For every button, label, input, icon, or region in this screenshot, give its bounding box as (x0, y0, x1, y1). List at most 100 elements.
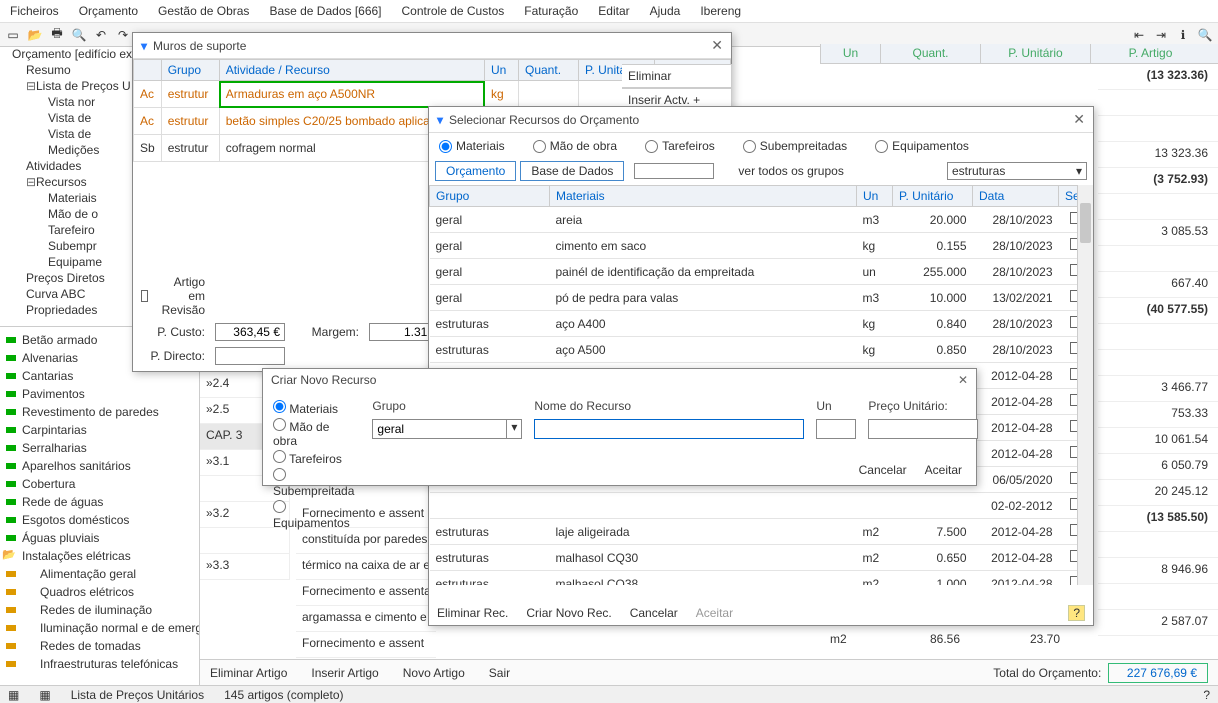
indent-icon[interactable]: ⇤ (1130, 26, 1148, 44)
inserir-artigo-button[interactable]: Inserir Artigo (311, 666, 378, 680)
cat-sub[interactable]: Iluminação normal e de emergê (0, 619, 199, 637)
table-row[interactable]: estruturasaço A400kg0.84028/10/2023 (430, 311, 1093, 337)
sair-button[interactable]: Sair (489, 666, 510, 680)
close-icon[interactable]: ✕ (958, 373, 968, 387)
collapse-icon[interactable]: ⊟ (26, 79, 36, 93)
un-input[interactable] (816, 419, 856, 439)
grid2-icon[interactable]: ▦ (39, 688, 50, 702)
col[interactable]: Grupo (430, 186, 550, 207)
radio-mao[interactable]: Mão de obra (273, 417, 354, 449)
print-icon[interactable]: 🖶 (48, 26, 66, 44)
cat-item[interactable]: Pavimentos (0, 385, 199, 403)
cat-sub[interactable]: Infraestruturas telefónicas (0, 655, 199, 673)
radio-equipamentos[interactable]: Equipamentos (875, 139, 969, 153)
scrollbar[interactable] (1077, 185, 1093, 585)
radio-tarefeiros[interactable]: Tarefeiros (645, 139, 715, 153)
new-icon[interactable]: ▭ (4, 26, 22, 44)
eliminar-button[interactable]: Eliminar (622, 64, 732, 88)
category-list[interactable]: Betão armado Alvenarias Cantarias Pavime… (0, 329, 199, 685)
col[interactable]: Data (973, 186, 1059, 207)
menu-item[interactable]: Controle de Custos (402, 4, 505, 18)
cat-item[interactable]: Cobertura (0, 475, 199, 493)
window-titlebar[interactable]: ▾ Muros de suporte ✕ (133, 33, 731, 59)
open-icon[interactable]: 📂 (26, 26, 44, 44)
menu-item[interactable]: Ajuda (650, 4, 681, 18)
info-icon[interactable]: ℹ (1174, 26, 1192, 44)
cat-item[interactable]: Aparelhos sanitários (0, 457, 199, 475)
undo-icon[interactable]: ↶ (92, 26, 110, 44)
cat-item[interactable]: Carpintarias (0, 421, 199, 439)
menu-item[interactable]: Editar (598, 4, 629, 18)
col-punit[interactable]: P. Unitário (980, 44, 1090, 63)
menu-item[interactable]: Gestão de Obras (158, 4, 249, 18)
collapse-icon[interactable]: ⊟ (26, 175, 36, 189)
col[interactable]: Un (857, 186, 893, 207)
article-code[interactable]: »3.3 (200, 554, 290, 580)
col[interactable]: Un (485, 60, 519, 81)
radio-subempreitadas[interactable]: Subempreitadas (743, 139, 847, 153)
close-icon[interactable]: ✕ (1073, 111, 1085, 128)
col[interactable]: Quant. (519, 60, 579, 81)
cat-sub[interactable]: Redes de tomadas (0, 637, 199, 655)
menu-item[interactable]: Ficheiros (10, 4, 59, 18)
cat-item[interactable]: Esgotos domésticos (0, 511, 199, 529)
menu-item[interactable]: Orçamento (79, 4, 138, 18)
tab-basedados[interactable]: Base de Dados (520, 161, 624, 181)
grupo-dropdown[interactable]: estruturas▾ (947, 162, 1087, 180)
col[interactable] (134, 60, 162, 81)
col-un[interactable]: Un (820, 44, 880, 63)
col[interactable]: P. Unitário (893, 186, 973, 207)
aceitar-button[interactable]: Aceitar (925, 463, 962, 477)
radio-materiais[interactable]: Materiais (273, 399, 354, 417)
menu-item[interactable]: Ibereng (700, 4, 741, 18)
pcusto-input[interactable] (215, 323, 285, 341)
table-row[interactable]: estruturasmalhasol CQ38m21.0002012-04-28 (430, 571, 1093, 586)
grupo-select[interactable] (372, 419, 507, 439)
chevron-down-icon[interactable]: ▾ (507, 419, 522, 439)
revisao-checkbox[interactable]: Artigo em Revisão (141, 275, 205, 317)
aceitar-button[interactable]: Aceitar (696, 606, 733, 620)
col[interactable]: Grupo (161, 60, 219, 81)
help-icon[interactable]: ? (1203, 688, 1210, 702)
window-titlebar[interactable]: ▾ Selecionar Recursos do Orçamento ✕ (429, 107, 1093, 133)
cat-sub[interactable]: Quadros elétricos (0, 583, 199, 601)
filter-input[interactable] (634, 163, 714, 179)
radio-mao[interactable]: Mão de obra (533, 139, 617, 153)
radio-subempreitada[interactable]: Subempreitada (273, 467, 354, 499)
nome-input[interactable] (534, 419, 804, 439)
pdirecto-input[interactable] (215, 347, 285, 365)
menu-item[interactable]: Faturação (524, 4, 578, 18)
close-icon[interactable]: ✕ (711, 37, 723, 54)
table-row[interactable]: estruturasaço A500kg0.85028/10/2023 (430, 337, 1093, 363)
cat-item[interactable]: Águas pluviais (0, 529, 199, 547)
radio-materiais[interactable]: Materiais (439, 139, 505, 153)
radio-equipamentos[interactable]: Equipamentos (273, 499, 354, 531)
col[interactable]: Materiais (550, 186, 857, 207)
col[interactable]: Atividade / Recurso (219, 60, 484, 81)
cat-item[interactable]: Rede de águas (0, 493, 199, 511)
search-icon[interactable]: 🔍 (70, 26, 88, 44)
cancelar-button[interactable]: Cancelar (630, 606, 678, 620)
table-row[interactable]: geralpó de pedra para valasm310.00013/02… (430, 285, 1093, 311)
outdent-icon[interactable]: ⇥ (1152, 26, 1170, 44)
cat-sub[interactable]: Redes de iluminação (0, 601, 199, 619)
cat-folder[interactable]: Instalações elétricas (0, 547, 199, 565)
cat-item[interactable]: Serralharias (0, 439, 199, 457)
col-partigo[interactable]: P. Artigo (1090, 44, 1210, 63)
cat-sub[interactable]: Alimentação geral (0, 565, 199, 583)
tab-orcamento[interactable]: Orçamento (435, 161, 516, 181)
table-row[interactable]: geralpainél de identificação da empreita… (430, 259, 1093, 285)
menu-item[interactable]: Base de Dados [666] (269, 4, 381, 18)
grid-icon[interactable]: ▦ (8, 688, 19, 702)
help-icon[interactable]: ? (1068, 605, 1085, 621)
selected-cell[interactable]: Armaduras em aço A500NR (219, 81, 484, 108)
radio-tarefeiros[interactable]: Tarefeiros (273, 449, 354, 467)
eliminar-artigo-button[interactable]: Eliminar Artigo (210, 666, 287, 680)
redo-icon[interactable]: ↷ (114, 26, 132, 44)
novo-artigo-button[interactable]: Novo Artigo (403, 666, 465, 680)
preco-input[interactable] (868, 419, 978, 439)
criar-novo-rec-button[interactable]: Criar Novo Rec. (526, 606, 611, 620)
cat-item[interactable]: Revestimento de paredes (0, 403, 199, 421)
eliminar-rec-button[interactable]: Eliminar Rec. (437, 606, 508, 620)
col-quant[interactable]: Quant. (880, 44, 980, 63)
